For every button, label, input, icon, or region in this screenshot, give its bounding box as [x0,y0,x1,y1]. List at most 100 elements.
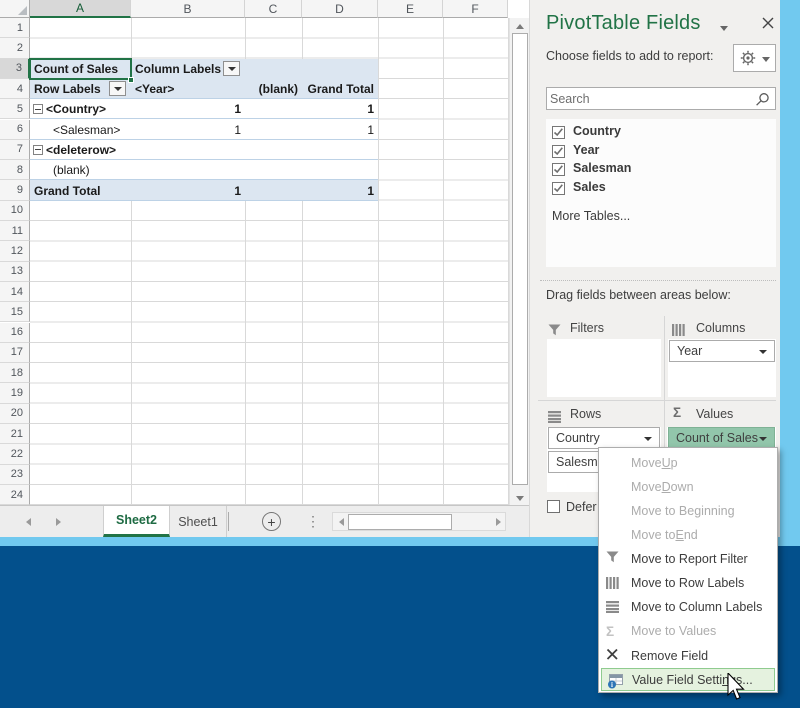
row-header-11[interactable]: 11 [0,221,30,242]
row-header-22[interactable]: 22 [0,444,30,465]
filter-dropdown-button[interactable] [109,81,126,97]
cell-A5[interactable]: <Country> [30,99,131,119]
row-header-24[interactable]: 24 [0,484,30,506]
menu-item-move-to-values[interactable]: Σ Move to Values [601,620,775,644]
scroll-up-button[interactable] [510,20,529,32]
filter-dropdown-button[interactable] [223,61,240,77]
scroll-right-button[interactable] [493,515,503,528]
filters-drop-zone[interactable] [547,339,661,397]
search-input[interactable] [550,89,748,108]
row-header-9[interactable]: 9 [0,180,30,201]
more-tables-link[interactable]: More Tables... [552,209,630,223]
field-checkbox-year[interactable] [552,144,565,158]
menu-item-value-field-settings[interactable]: i Value Field Setti n gs... [601,667,775,692]
cell-D4[interactable]: Grand Total [302,79,378,99]
cell-B6[interactable]: 1 [131,120,245,140]
row-header-12[interactable]: 12 [0,241,30,262]
menu-item-move-to-column-labels[interactable]: Move to Column Labels [601,596,775,620]
row-header-2[interactable]: 2 [0,38,30,59]
row-header-18[interactable]: 18 [0,363,30,384]
cell-A9[interactable]: Grand Total [30,180,131,200]
tab-nav-next[interactable] [52,514,64,530]
sheet-tab-sheet2[interactable]: Sheet2 [103,506,170,537]
cell-A8[interactable]: (blank) [30,160,131,180]
menu-item-move-to-report-filter[interactable]: Move to Report Filter [601,547,775,571]
row-header-14[interactable]: 14 [0,281,30,303]
scroll-down-button[interactable] [510,492,529,504]
tools-gear-button[interactable] [733,44,776,72]
scrollbar-thumb[interactable] [511,33,528,485]
columns-drop-zone[interactable]: Year [668,339,776,397]
column-header-B[interactable]: B [131,0,245,18]
collapse-button[interactable] [33,104,43,115]
field-checkbox-sales[interactable] [552,181,565,195]
menu-item-move-to-beginning[interactable]: Move to Beginning [601,499,775,523]
field-item-sales[interactable]: Sales [573,180,763,197]
menu-item-remove-field[interactable]: Remove Field [601,644,775,668]
row-header-8[interactable]: 8 [0,160,30,181]
remove-x-icon [606,648,626,664]
field-item-salesman[interactable]: Salesman [573,161,763,178]
menu-item-move-down[interactable]: Move Down [601,475,775,499]
tab-nav-prev[interactable] [22,514,34,530]
cell-C4[interactable]: (blank) [245,79,302,99]
select-all-corner[interactable] [0,0,30,18]
field-chip-count-of-sales[interactable]: Count of Sales [668,427,775,449]
cell-B5[interactable]: 1 [131,99,245,119]
row-header-17[interactable]: 17 [0,342,30,364]
row-header-21[interactable]: 21 [0,424,30,445]
sheet-tab-sheet1[interactable]: Sheet1 [170,506,227,537]
field-checkbox-country[interactable] [552,126,565,139]
row-header-23[interactable]: 23 [0,464,30,485]
field-chip-country[interactable]: Country [548,427,660,449]
field-chip-year[interactable]: Year [669,340,775,362]
field-checkbox-salesman[interactable] [552,163,565,177]
tab-options-dots[interactable]: ⋮ [306,511,320,532]
row-header-7[interactable]: 7 [0,139,30,161]
column-header-A[interactable]: A [30,0,131,18]
cell-B4[interactable]: <Year> [131,79,245,99]
value-field-settings-icon: i [607,673,627,689]
menu-item-move-up[interactable]: Move Up [601,451,775,475]
field-item-country[interactable]: Country [573,124,763,141]
row-header-13[interactable]: 13 [0,261,30,282]
scrollbar-thumb[interactable] [348,514,452,530]
add-sheet-button[interactable]: + [262,512,281,531]
cell-D6[interactable]: 1 [302,120,378,140]
column-header-D[interactable]: D [302,0,378,18]
cell-A7[interactable]: <deleterow> [30,140,131,160]
row-header-20[interactable]: 20 [0,403,30,424]
row-header-10[interactable]: 10 [0,200,30,221]
row-header-19[interactable]: 19 [0,383,30,404]
menu-item-move-to-row-labels[interactable]: Move to Row Labels [601,572,775,596]
field-item-year[interactable]: Year [573,143,763,160]
cell-B9[interactable]: 1 [131,180,245,200]
row-header-16[interactable]: 16 [0,322,30,343]
column-header-F[interactable]: F [443,0,508,18]
fields-list: Country Year Salesman Sales [546,119,776,267]
collapse-button[interactable] [33,144,43,155]
chevron-down-icon[interactable] [720,26,728,31]
fill-handle[interactable] [127,76,135,84]
horizontal-scrollbar[interactable] [332,512,506,531]
cell-D5[interactable]: 1 [302,99,378,119]
search-icon[interactable] [755,92,770,112]
menu-item-move-to-end[interactable]: Move to End [601,523,775,547]
row-header-6[interactable]: 6 [0,119,30,140]
cell-A6[interactable]: <Salesman> [30,120,131,140]
vertical-scrollbar[interactable] [509,18,529,506]
row-header-15[interactable]: 15 [0,302,30,323]
cell-B3[interactable]: Column Labels [131,59,245,79]
cell-D9[interactable]: 1 [302,180,378,200]
close-icon[interactable] [762,16,778,32]
column-header-E[interactable]: E [378,0,443,18]
column-header-C[interactable]: C [245,0,302,18]
row-header-4[interactable]: 4 [0,78,30,100]
row-header-1[interactable]: 1 [0,18,30,39]
defer-layout-checkbox[interactable] [547,500,560,513]
scroll-left-button[interactable] [336,515,346,528]
row-header-5[interactable]: 5 [0,99,30,120]
menu-item-label: Move to Column Labels [631,600,763,615]
cell-A4[interactable]: Row Labels [30,79,131,99]
row-header-3[interactable]: 3 [0,58,30,79]
